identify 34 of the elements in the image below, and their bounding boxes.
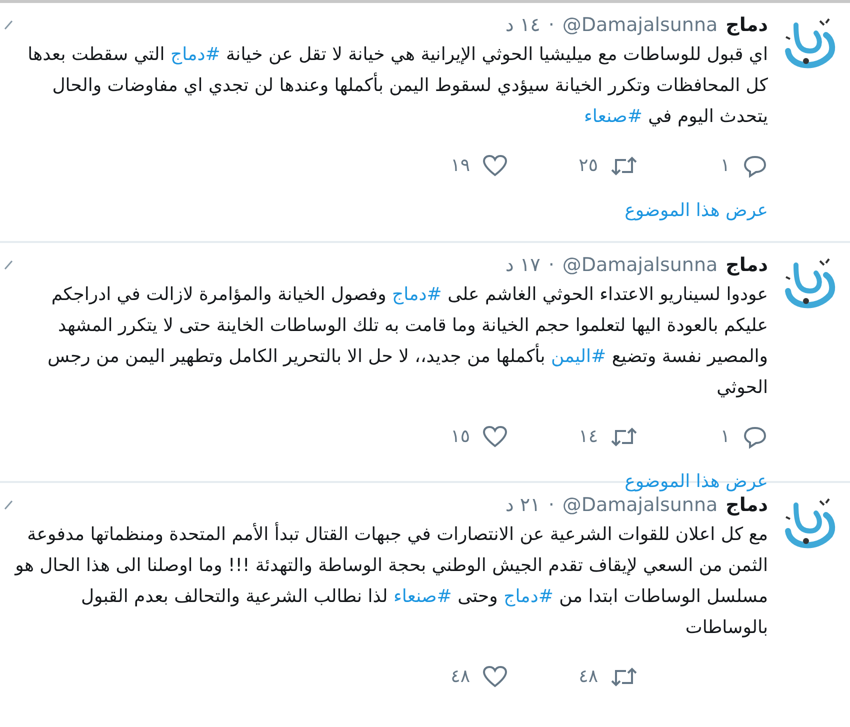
action-count: ٢٥ xyxy=(578,154,598,178)
action-count: ٤٨ xyxy=(578,665,598,689)
hashtag-link[interactable]: #صنعاء xyxy=(584,106,642,127)
tweet-time[interactable]: ١٤ د xyxy=(505,11,540,39)
separator-dot: · xyxy=(548,493,554,518)
tweet-text: مع كل اعلان للقوات الشرعية عن الانتصارات في جبهات القتال تبدأ الأمم المتحدة ومنظماتها مدفوعة الثمن من السعي لإيقاف تقدم الجيش الوطني بحجة الوساطة والتهدئة !!! وما اوصلنا الى هذا الحال هو مسلسل الوساطات ابتدا من #دماج وحتى #صنعاء لذا نطالب الشرعية والتحالف بعدم القبول بالوساطات xyxy=(13,521,768,640)
hashtag-link[interactable]: #اليمن xyxy=(551,346,606,367)
like-icon[interactable] xyxy=(482,154,508,178)
tweet-text: اي قبول للوساطات مع ميليشيا الحوثي الإيرانية هي خيانة لا تقل عن خيانة #دماج التي سقطت بعدها كل المحافظات وتكرر الخيانة سيؤدي لسقوط اليمن بأكملها وعندها لن تجدي اي مفاوضات والحال يتحدث اليوم في #صنعاء xyxy=(26,43,768,129)
author-name[interactable]: دماج xyxy=(726,251,768,279)
hashtag-link[interactable]: #دماج xyxy=(504,586,554,607)
author-handle: @Damajalsunna xyxy=(562,253,718,278)
author-handle: @Damajalsunna xyxy=(562,493,718,518)
reply-icon[interactable] xyxy=(742,424,768,448)
action-count: ١٤ xyxy=(578,425,598,449)
action-count: ١ xyxy=(720,425,730,449)
hashtag-link[interactable]: #دماج xyxy=(392,284,442,305)
author-handle: @Damajalsunna xyxy=(562,13,718,38)
separator-dot: · xyxy=(548,253,554,278)
reply-icon[interactable] xyxy=(742,154,768,178)
separator-dot: · xyxy=(548,13,554,38)
hashtag-link[interactable]: #دماج xyxy=(170,44,220,65)
author-name[interactable]: دماج xyxy=(726,11,768,39)
action-count: ١٥ xyxy=(450,425,470,449)
action-count: ١٩ xyxy=(450,154,470,178)
hashtag-link[interactable]: #صنعاء xyxy=(393,586,452,607)
like-icon[interactable] xyxy=(482,664,508,688)
action-count: ١ xyxy=(720,154,730,178)
like-icon[interactable] xyxy=(482,424,508,448)
tweet-time[interactable]: ٢١ د xyxy=(505,491,540,519)
show-thread-link[interactable]: عرض هذا الموضوع xyxy=(624,197,768,224)
tweet-text: عودوا لسيناريو الاعتداء الحوثي الغاشم على #دماج وفصول الخيانة والمؤامرة لازالت في ادراجكم عليكم بالعودة اليها لتعلموا حجم الخيانة وما قامت به تلك الوساطات الخاينة حتى لا يتكرر المشهد والمصير نفسة وتضيع #اليمن بأكملها من جديد،، لا حل الا بالتحرير الكامل وتطهير اليمن من رجس الحوثي xyxy=(46,283,768,400)
action-count: ٤٨ xyxy=(450,665,470,689)
tweet-time[interactable]: ١٧ د xyxy=(505,251,540,279)
